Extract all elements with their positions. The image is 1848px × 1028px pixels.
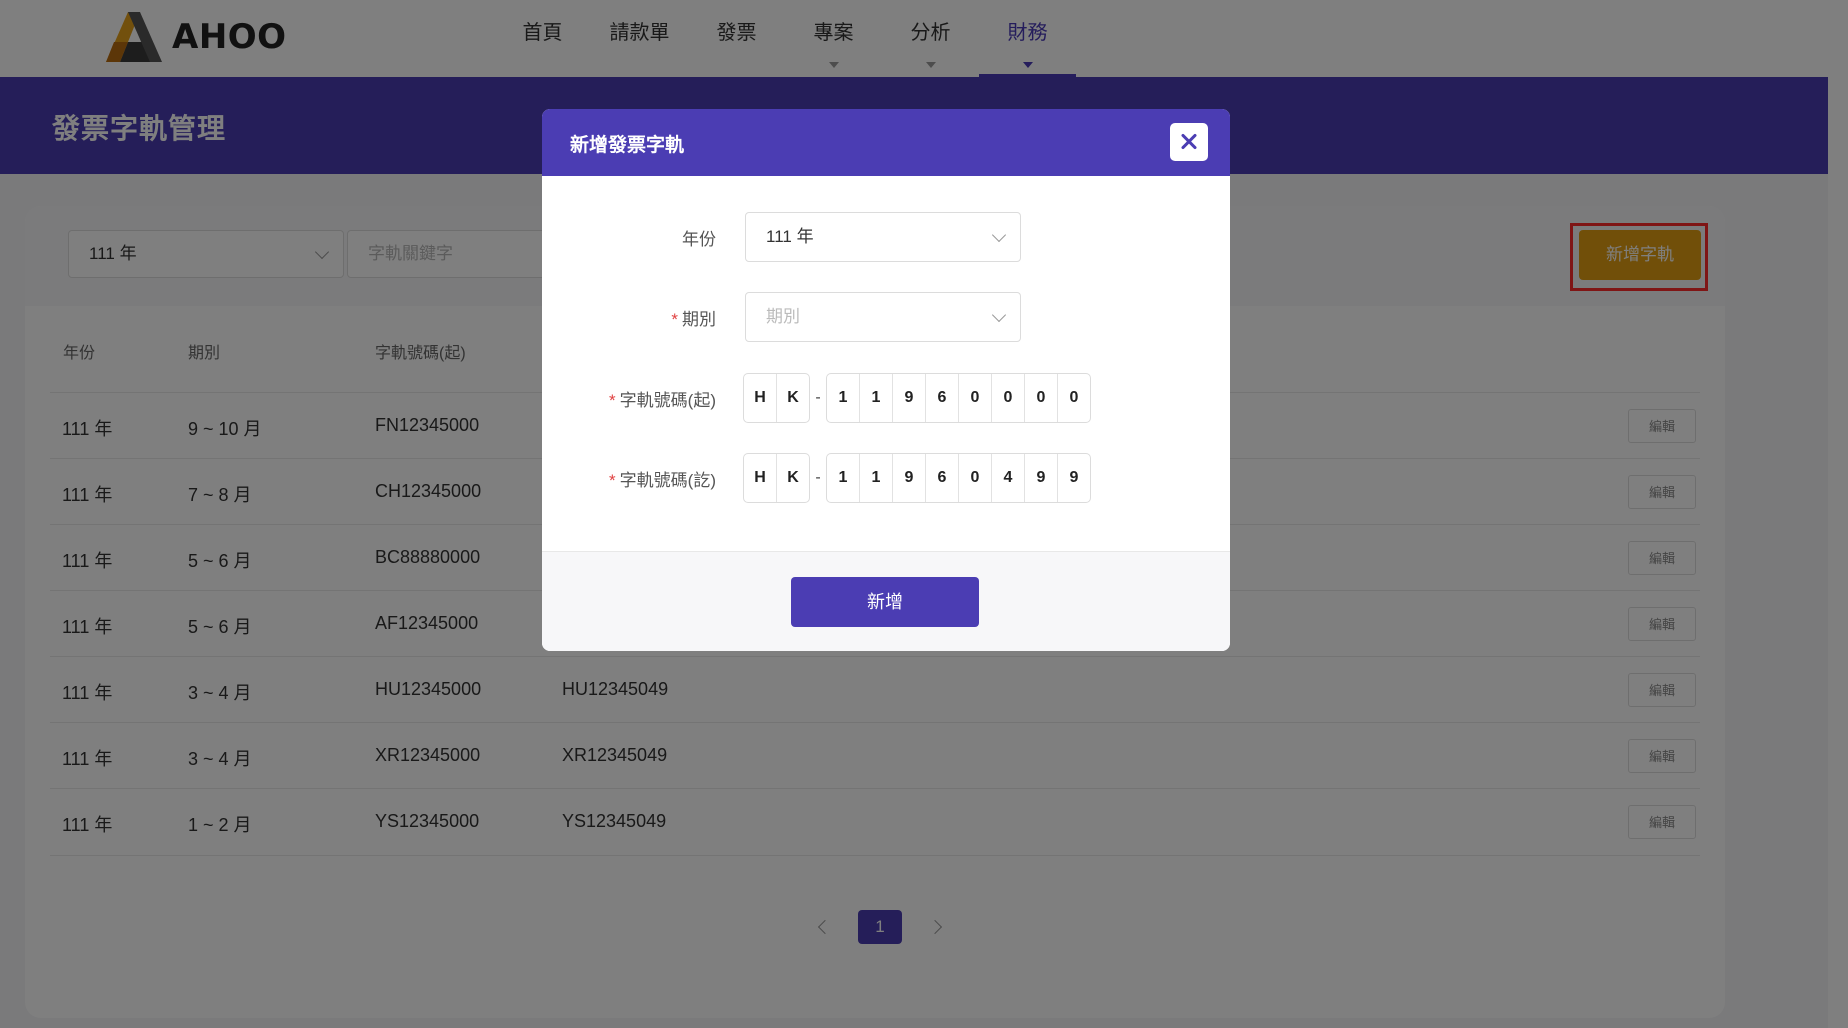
code-digit[interactable]: 0 — [1025, 374, 1058, 422]
code-digit[interactable]: 9 — [893, 454, 926, 502]
code-digit[interactable]: 1 — [827, 374, 860, 422]
code-digit[interactable]: 6 — [926, 454, 959, 502]
required-mark: * — [609, 391, 616, 410]
close-icon[interactable] — [1170, 123, 1208, 161]
period-label-text: 期別 — [682, 310, 716, 329]
dialog-header: 新增發票字軌 — [542, 109, 1230, 176]
add-invoice-track-dialog: 新增發票字軌 年份 111 年 * 期別 期別 * 字軌號碼(起) H K - 1 … — [542, 109, 1230, 651]
code-digit[interactable]: 0 — [992, 374, 1025, 422]
code-digit[interactable]: 0 — [959, 374, 992, 422]
end-label-text: 字軌號碼(訖) — [619, 471, 716, 490]
end-number-label: * 字軌號碼(訖) — [542, 466, 716, 491]
chevron-down-icon — [991, 227, 1007, 243]
start-number-label: * 字軌號碼(起) — [542, 386, 716, 411]
code-digit[interactable]: 9 — [1025, 454, 1058, 502]
end-number-input[interactable]: H K - 1 1 9 6 0 4 9 9 — [743, 453, 1091, 503]
code-digit[interactable]: 4 — [992, 454, 1025, 502]
start-digits-group[interactable]: 1 1 9 6 0 0 0 0 — [826, 373, 1091, 423]
start-prefix-group[interactable]: H K — [743, 373, 810, 423]
year-label: 年份 — [542, 225, 716, 250]
code-char[interactable]: H — [744, 454, 777, 502]
chevron-down-icon — [991, 307, 1007, 323]
period-placeholder: 期別 — [766, 307, 800, 326]
dialog-year-value: 111 年 — [766, 227, 814, 246]
year-label-text: 年份 — [682, 230, 716, 249]
code-char[interactable]: H — [744, 374, 777, 422]
dialog-year-select[interactable]: 111 年 — [745, 212, 1021, 262]
start-label-text: 字軌號碼(起) — [619, 391, 716, 410]
code-digit[interactable]: 1 — [827, 454, 860, 502]
code-dash: - — [815, 389, 821, 406]
dialog-period-select[interactable]: 期別 — [745, 292, 1021, 342]
code-dash: - — [815, 469, 821, 486]
code-digit[interactable]: 6 — [926, 374, 959, 422]
code-digit[interactable]: 1 — [860, 454, 893, 502]
period-label: * 期別 — [542, 305, 716, 330]
code-digit[interactable]: 9 — [1058, 454, 1090, 502]
code-digit[interactable]: 1 — [860, 374, 893, 422]
code-digit[interactable]: 9 — [893, 374, 926, 422]
required-mark: * — [609, 471, 616, 490]
end-prefix-group[interactable]: H K — [743, 453, 810, 503]
code-digit[interactable]: 0 — [1058, 374, 1090, 422]
submit-button[interactable]: 新增 — [791, 577, 979, 627]
required-mark: * — [671, 310, 678, 329]
code-digit[interactable]: 0 — [959, 454, 992, 502]
dialog-footer: 新增 — [542, 551, 1230, 651]
code-char[interactable]: K — [777, 374, 809, 422]
dialog-title: 新增發票字軌 — [570, 135, 685, 156]
start-number-input[interactable]: H K - 1 1 9 6 0 0 0 0 — [743, 373, 1091, 423]
end-digits-group[interactable]: 1 1 9 6 0 4 9 9 — [826, 453, 1091, 503]
code-char[interactable]: K — [777, 454, 809, 502]
